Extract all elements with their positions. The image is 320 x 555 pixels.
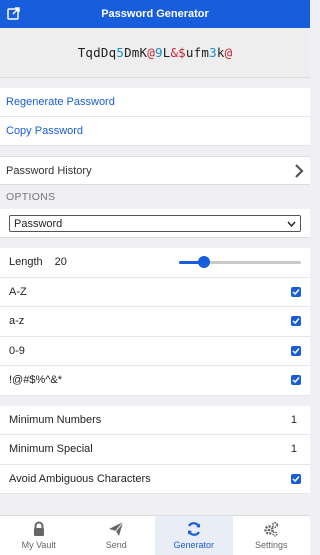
password-segment: L [162, 45, 171, 60]
options-group: Length 20 A-Z a-z 0-9 !@#$%^&* [0, 248, 310, 396]
option-checkbox[interactable] [291, 345, 301, 356]
minimum-numbers-label: Minimum Numbers [9, 413, 102, 426]
tab-send[interactable]: Send [78, 516, 156, 555]
length-value: 20 [54, 256, 67, 269]
bottom-tab-bar: My Vault Send Generator Settings [0, 515, 310, 555]
minimum-special-row[interactable]: Minimum Special 1 [0, 435, 310, 465]
slider-thumb[interactable] [198, 256, 210, 269]
regenerate-password-button[interactable]: Regenerate Password [0, 88, 310, 117]
option-toggle-row: A-Z [0, 277, 310, 307]
tab-generator[interactable]: Generator [155, 516, 233, 555]
copy-password-button[interactable]: Copy Password [0, 117, 310, 146]
tab-label: My Vault [21, 540, 56, 550]
password-segment: DmK [124, 45, 148, 60]
avoid-ambiguous-label: Avoid Ambiguous Characters [9, 472, 151, 485]
option-toggle-label: a-z [9, 315, 25, 328]
password-segment: 3 [209, 45, 217, 60]
password-segment: Tqd [77, 45, 101, 60]
page-title: Password Generator [101, 8, 209, 20]
option-toggle-row: !@#$%^&* [0, 366, 310, 396]
option-toggle-row: a-z [0, 307, 310, 337]
generator-type-value: Password [14, 217, 63, 230]
password-segment: Dq [100, 45, 117, 60]
chevron-down-icon [287, 221, 296, 227]
password-segment: 5 [116, 45, 125, 60]
tab-settings[interactable]: Settings [233, 516, 311, 555]
actions-group: Regenerate Password Copy Password [0, 88, 310, 146]
password-segment: @ [147, 45, 155, 60]
option-toggle-label: A-Z [9, 285, 27, 298]
option-checkbox[interactable] [291, 286, 301, 297]
password-history-row[interactable]: Password History [0, 156, 310, 185]
popout-icon[interactable] [7, 6, 21, 20]
generated-password: Tqd Dq 5 DmK @9 L &$ ufm 3 k @ [0, 28, 310, 78]
option-toggle-row: 0-9 [0, 336, 310, 366]
advanced-options-group: Minimum Numbers 1 Minimum Special 1 Avoi… [0, 405, 310, 494]
minimum-special-value[interactable]: 1 [291, 443, 297, 455]
gears-icon [264, 521, 279, 537]
option-toggle-label: !@#$%^&* [9, 374, 63, 387]
tab-label: Settings [254, 540, 288, 550]
avoid-ambiguous-row: Avoid Ambiguous Characters [0, 464, 310, 494]
chevron-right-icon [295, 163, 304, 178]
password-history-label: Password History [6, 164, 92, 177]
options-heading: OPTIONS [0, 185, 310, 209]
option-checkbox[interactable] [291, 316, 301, 327]
app-header: Password Generator [0, 0, 310, 28]
paper-plane-icon [109, 521, 124, 536]
option-toggle-label: 0-9 [9, 344, 25, 357]
minimum-numbers-value[interactable]: 1 [291, 414, 297, 426]
length-label: Length [9, 256, 43, 269]
password-segment: @ [224, 45, 233, 60]
password-segment: &$ [170, 45, 186, 60]
lock-icon [33, 521, 44, 536]
tab-label: Send [105, 540, 127, 550]
minimum-numbers-row[interactable]: Minimum Numbers 1 [0, 405, 310, 435]
refresh-icon [187, 522, 200, 536]
password-segment: ufm [185, 45, 210, 60]
generator-type-select[interactable]: Password [9, 215, 301, 232]
tab-label: Generator [173, 540, 215, 550]
minimum-special-label: Minimum Special [9, 443, 93, 456]
tab-my-vault[interactable]: My Vault [0, 516, 78, 555]
length-slider[interactable] [179, 255, 301, 269]
password-segment: k [216, 45, 225, 60]
avoid-ambiguous-checkbox[interactable] [291, 473, 301, 484]
password-segment: 9 [154, 45, 163, 60]
length-row: Length 20 [0, 248, 310, 278]
option-checkbox[interactable] [291, 375, 301, 386]
